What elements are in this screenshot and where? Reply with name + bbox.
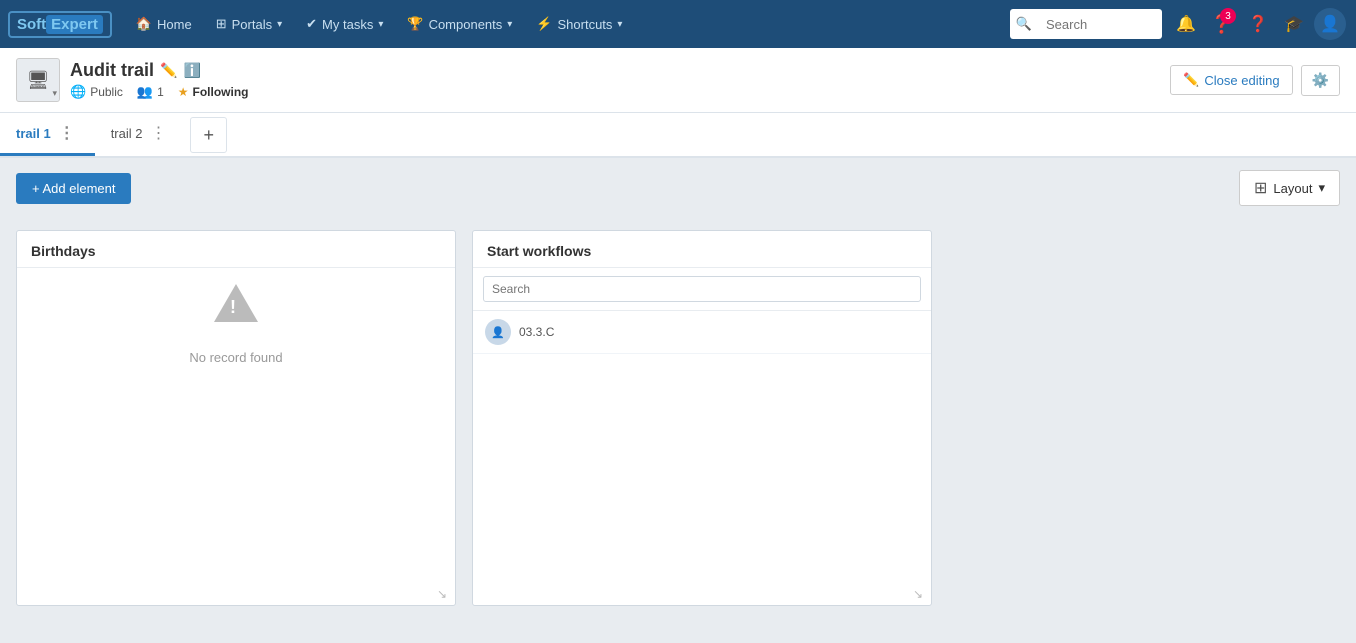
nav-portals-label: Portals bbox=[232, 17, 272, 32]
portal-meta: 🌐 Public 👥 1 ★ Following bbox=[70, 84, 1170, 100]
settings-button[interactable]: ⚙️ bbox=[1301, 65, 1340, 96]
tab-trail2-label: trail 2 bbox=[111, 126, 143, 141]
portals-arrow-icon: ▾ bbox=[277, 19, 282, 30]
home-icon: 🏠 bbox=[136, 16, 152, 32]
widget-start-workflows-title: Start workflows bbox=[473, 231, 931, 268]
trophy-icon: 🏆 bbox=[407, 16, 423, 32]
tab-add-button[interactable]: + bbox=[190, 117, 227, 153]
bell-icon: 🔔 bbox=[1176, 14, 1196, 34]
workflow-list-item[interactable]: 👤 03.3.C bbox=[473, 311, 931, 354]
widget-birthdays-body: No record found bbox=[17, 268, 455, 381]
nav-shortcuts-label: Shortcuts bbox=[558, 17, 613, 32]
widget-birthdays-title: Birthdays bbox=[17, 231, 455, 268]
subheader: 🖥 ▾ Audit trail ✏️ ℹ️ 🌐 Public 👥 1 ★ Fol… bbox=[0, 48, 1356, 113]
no-record-text: No record found bbox=[189, 350, 282, 365]
search-icon: 🔍 bbox=[1016, 16, 1032, 32]
workflow-avatar-icon: 👤 bbox=[491, 326, 505, 339]
gear-icon: ⚙️ bbox=[1312, 72, 1329, 88]
people-icon: 👥 bbox=[137, 84, 153, 100]
nav-portals[interactable]: ⊞ Portals ▾ bbox=[204, 0, 294, 48]
search-input[interactable] bbox=[1036, 12, 1156, 37]
tab-trail1-label: trail 1 bbox=[16, 126, 51, 141]
notification-badge: 3 bbox=[1220, 8, 1236, 24]
no-record-icon bbox=[214, 284, 258, 326]
meta-members: 👥 1 bbox=[137, 84, 164, 100]
nav-components-label: Components bbox=[429, 17, 503, 32]
tab-trail1[interactable]: trail 1 ⋮ bbox=[0, 113, 95, 156]
layout-dropdown-icon: ▾ bbox=[1318, 180, 1325, 196]
mytasks-arrow-icon: ▾ bbox=[378, 19, 383, 30]
meta-public: 🌐 Public bbox=[70, 84, 123, 100]
question-circle-icon: ❓ bbox=[1248, 14, 1268, 34]
workflow-item-avatar: 👤 bbox=[485, 319, 511, 345]
subheader-actions: ✏️ Close editing ⚙️ bbox=[1170, 65, 1340, 96]
nav-mytasks[interactable]: ✔ My tasks ▾ bbox=[294, 0, 395, 48]
tabs-bar: trail 1 ⋮ trail 2 ⋮ + bbox=[0, 113, 1356, 158]
info-icon[interactable]: ℹ️ bbox=[183, 62, 200, 79]
layout-label: Layout bbox=[1273, 181, 1312, 196]
portal-icon-button[interactable]: 🖥 ▾ bbox=[16, 58, 60, 102]
brand-logo[interactable]: SoftExpert bbox=[8, 11, 112, 38]
avatar-image: 👤 bbox=[1314, 8, 1346, 40]
graduation-icon[interactable]: 🎓 bbox=[1276, 0, 1312, 48]
widget-start-workflows: Start workflows 👤 03.3.C ↘ bbox=[472, 230, 932, 606]
layout-grid-icon: ⊞ bbox=[1254, 178, 1267, 198]
cap-icon: 🎓 bbox=[1284, 14, 1304, 34]
check-icon: ✔ bbox=[306, 16, 317, 32]
widget-search-area bbox=[473, 268, 931, 311]
close-editing-button[interactable]: ✏️ Close editing bbox=[1170, 65, 1292, 95]
workflow-search-input[interactable] bbox=[483, 276, 921, 302]
person-icon: 👤 bbox=[1320, 14, 1340, 34]
pencil-icon: ✏️ bbox=[1183, 72, 1199, 88]
notification-count-icon[interactable]: ❓ 3 bbox=[1204, 0, 1240, 48]
portal-title-block: Audit trail ✏️ ℹ️ 🌐 Public 👥 1 ★ Followi… bbox=[70, 60, 1170, 100]
plus-icon: + bbox=[203, 125, 214, 145]
resize-handle-workflows[interactable]: ↘ bbox=[913, 587, 927, 601]
star-icon: ★ bbox=[178, 85, 189, 99]
layout-button[interactable]: ⊞ Layout ▾ bbox=[1239, 170, 1340, 206]
help-icon[interactable]: ❓ bbox=[1240, 0, 1276, 48]
portal-dropdown-icon: ▾ bbox=[52, 88, 57, 99]
top-navigation: SoftExpert 🏠 Home ⊞ Portals ▾ ✔ My tasks… bbox=[0, 0, 1356, 48]
notification-bell-icon[interactable]: 🔔 bbox=[1168, 0, 1204, 48]
nav-mytasks-label: My tasks bbox=[322, 17, 373, 32]
edit-title-icon[interactable]: ✏️ bbox=[160, 62, 177, 79]
widget-birthdays: Birthdays No record found ↘ bbox=[16, 230, 456, 606]
following-label: Following bbox=[193, 85, 249, 99]
workflow-item-label: 03.3.C bbox=[519, 325, 554, 339]
nav-shortcuts[interactable]: ⚡ Shortcuts ▾ bbox=[524, 0, 634, 48]
brand-soft: Soft bbox=[17, 16, 46, 33]
add-element-button[interactable]: + Add element bbox=[16, 173, 131, 204]
user-avatar[interactable]: 👤 bbox=[1312, 0, 1348, 48]
shortcuts-arrow-icon: ▾ bbox=[617, 19, 622, 30]
add-element-label: + Add element bbox=[32, 181, 115, 196]
toolbar: + Add element ⊞ Layout ▾ bbox=[0, 158, 1356, 218]
portal-title: Audit trail ✏️ ℹ️ bbox=[70, 60, 1170, 81]
portal-thumbnail-icon: 🖥 bbox=[27, 70, 50, 91]
close-editing-label: Close editing bbox=[1204, 73, 1279, 88]
tab-trail1-options-icon[interactable]: ⋮ bbox=[55, 123, 79, 143]
nav-home[interactable]: 🏠 Home bbox=[124, 0, 204, 48]
nav-components[interactable]: 🏆 Components ▾ bbox=[395, 0, 524, 48]
portals-icon: ⊞ bbox=[216, 16, 227, 32]
public-label: Public bbox=[90, 85, 123, 99]
tab-trail2[interactable]: trail 2 ⋮ bbox=[95, 113, 187, 156]
lightning-icon: ⚡ bbox=[536, 16, 552, 32]
globe-icon: 🌐 bbox=[70, 84, 86, 100]
members-count: 1 bbox=[157, 85, 164, 99]
brand-expert: Expert bbox=[46, 15, 103, 34]
portal-title-text: Audit trail bbox=[70, 60, 154, 81]
components-arrow-icon: ▾ bbox=[507, 19, 512, 30]
meta-following[interactable]: ★ Following bbox=[178, 85, 249, 99]
tab-trail2-options-icon[interactable]: ⋮ bbox=[146, 123, 170, 143]
content-area: Birthdays No record found ↘ Start workfl… bbox=[0, 218, 1356, 618]
resize-handle-birthdays[interactable]: ↘ bbox=[437, 587, 451, 601]
nav-home-label: Home bbox=[157, 17, 192, 32]
